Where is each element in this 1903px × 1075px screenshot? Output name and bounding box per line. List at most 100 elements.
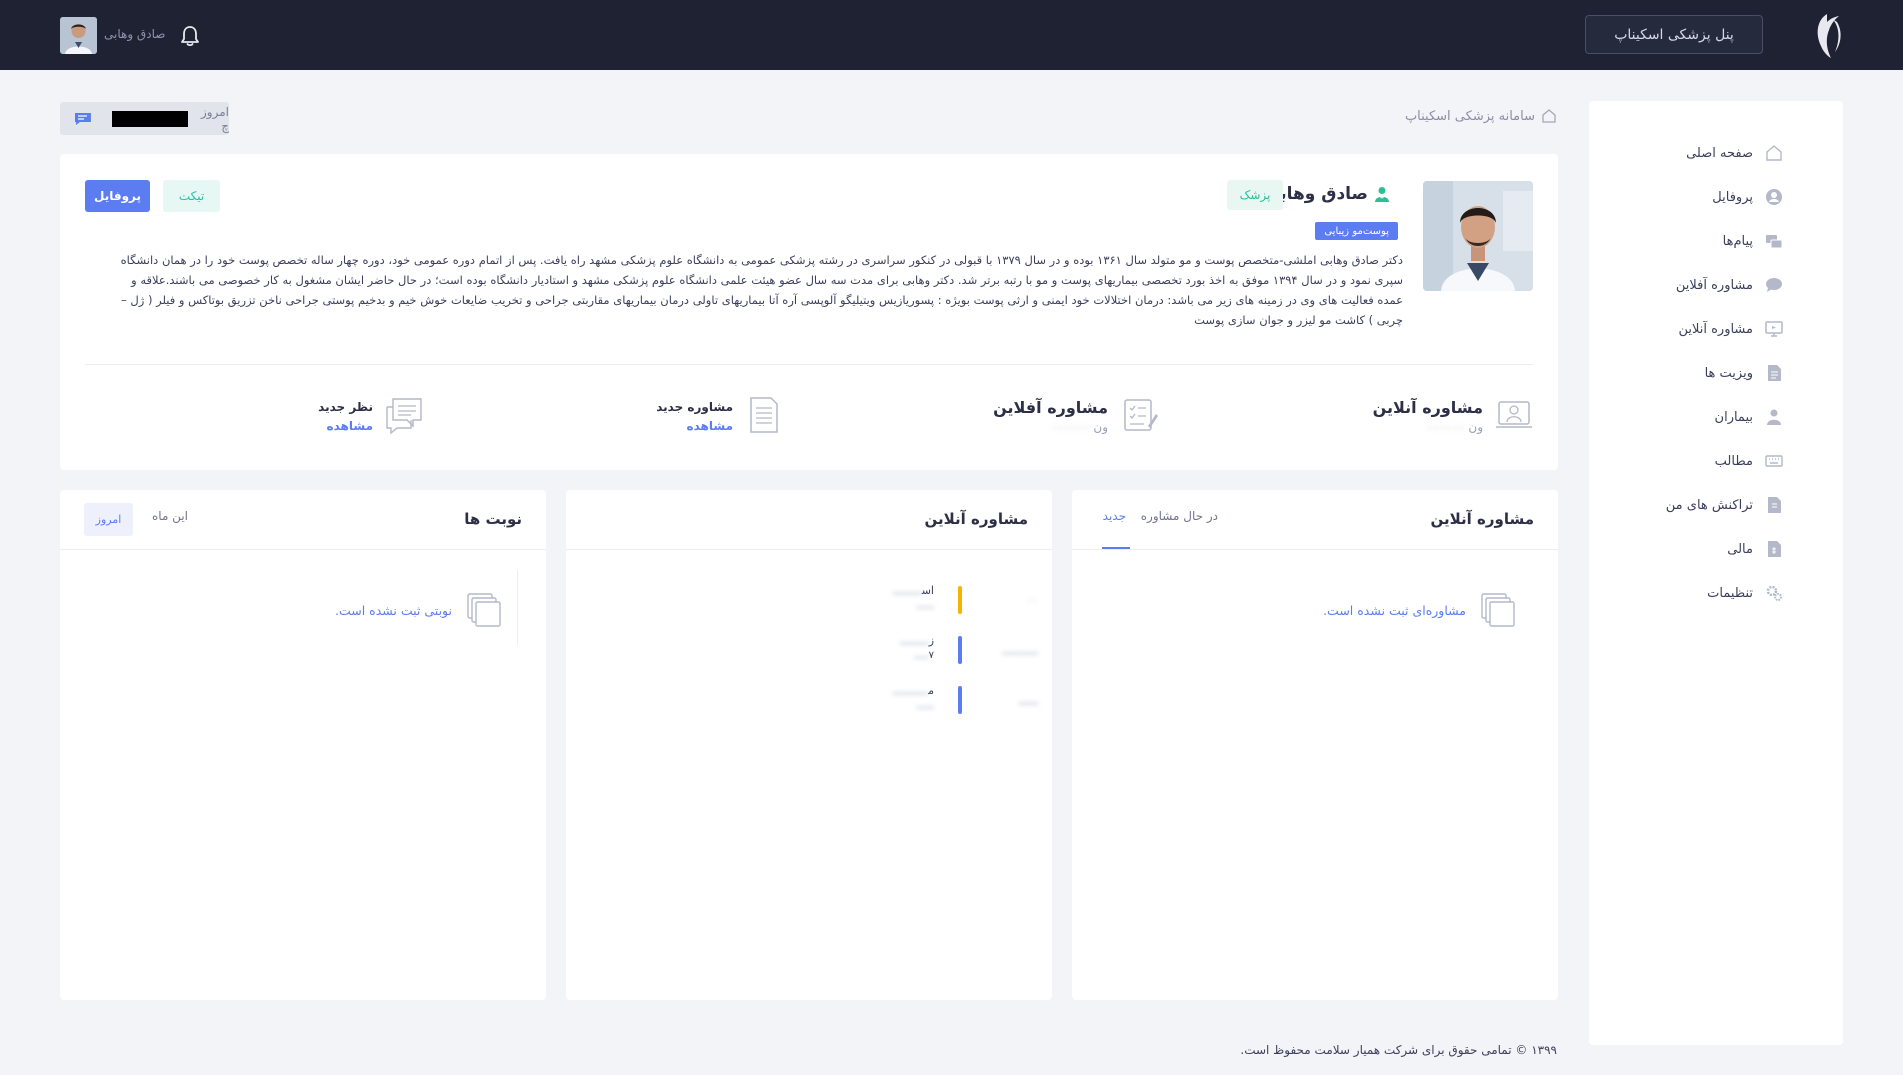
breadcrumb[interactable]: سامانه پزشکی اسکیناپ bbox=[1405, 108, 1557, 124]
sidebar-item-label: پروفایل bbox=[1712, 189, 1753, 205]
list-item[interactable]: ــــــ مـــــــــــ ــــــ bbox=[652, 680, 1052, 720]
stat-online-consult[interactable]: مشاوره آنلاین ون ۰۰۰۰۰۰ bbox=[1273, 394, 1533, 442]
notification-bell-icon[interactable] bbox=[180, 25, 200, 47]
blurred-count: ۰۰۰۰۰۰ bbox=[1425, 420, 1465, 434]
blurred-time: ۰۰ bbox=[1026, 594, 1038, 607]
stat-online-sub: ون ۰۰۰۰۰۰ bbox=[1426, 420, 1483, 434]
list-item-name-text: ز bbox=[928, 634, 934, 647]
redacted-block bbox=[111, 110, 188, 127]
empty-state: مشاوره‌ای ثبت نشده است. bbox=[1323, 592, 1516, 628]
medical-panel-button[interactable]: پنل پزشکی اسکیناپ bbox=[1585, 15, 1763, 54]
sidebar-item-home[interactable]: صفحه اصلی bbox=[1583, 141, 1783, 165]
list-item-name: مـــــــــــ bbox=[893, 684, 934, 697]
tab-new[interactable]: جدید bbox=[1103, 509, 1126, 523]
panel-offline-consult: مشاوره آنلاین جدید در حال مشاوره مشاوره‌… bbox=[1072, 490, 1558, 1000]
empty-text: مشاوره‌ای ثبت نشده است. bbox=[1323, 602, 1466, 618]
profile-button[interactable]: پروفایل bbox=[85, 180, 150, 212]
sidebar-item-label: مطالب bbox=[1714, 453, 1753, 469]
today-chip[interactable]: امروز چ bbox=[60, 102, 229, 135]
comment-icon bbox=[386, 398, 422, 434]
list-item-name: زـــــــــ bbox=[900, 634, 934, 647]
ticket-button[interactable]: تیکت bbox=[163, 180, 220, 212]
sidebar-item-visits[interactable]: ویزیت ها bbox=[1583, 361, 1783, 385]
online-consult-icon bbox=[1496, 401, 1532, 428]
list-item[interactable]: ـــــــــــ زـــــــــ ۷ـــــ bbox=[652, 630, 1052, 670]
panel-title: مشاوره آنلاین bbox=[924, 510, 1028, 528]
sidebar-item-settings[interactable]: تنظیمات bbox=[1583, 581, 1783, 605]
tab-underline bbox=[1102, 547, 1130, 549]
panel-appointments: نوبت ها امروز این ماه نوبتی ثبت نشده است… bbox=[60, 490, 546, 1000]
list-item-name-text: اس bbox=[921, 584, 934, 597]
list-item-sub: ۷ـــــ bbox=[914, 650, 934, 661]
stat-new-comment-title: نظر جدید bbox=[318, 400, 373, 414]
sidebar-item-label: تنظیمات bbox=[1707, 585, 1753, 601]
offline-consult-icon bbox=[1124, 399, 1158, 431]
blurred-time: ـــــــــــ bbox=[1002, 644, 1038, 657]
sidebar-item-label: ویزیت ها bbox=[1704, 365, 1753, 381]
panel-title: مشاوره آنلاین bbox=[1430, 510, 1534, 528]
finance-icon bbox=[1768, 541, 1781, 557]
blurred-time: ــــــ bbox=[1018, 694, 1038, 707]
list-item[interactable]: ۰۰ اســـــــــ ــــــ bbox=[652, 580, 1052, 620]
stat-new-comment-link[interactable]: مشاهده bbox=[327, 419, 373, 433]
footer-copyright: ۱۳۹۹ © تمامی حقوق برای شرکت همیار سلامت … bbox=[1240, 1043, 1557, 1057]
blurred-text: ــــــ bbox=[916, 600, 934, 611]
panel-header: مشاوره آنلاین جدید در حال مشاوره bbox=[1072, 490, 1558, 550]
sidebar-item-online-consult[interactable]: مشاوره آنلاین bbox=[1583, 317, 1783, 341]
sidebar-item-label: مالی bbox=[1727, 541, 1753, 557]
sidebar-item-label: تراکنش های من bbox=[1665, 497, 1753, 513]
chat-bubbles-icon bbox=[1766, 235, 1783, 249]
header-user-name[interactable]: صادق وهابی bbox=[104, 27, 165, 41]
stack-icon bbox=[467, 593, 501, 627]
sidebar-item-label: صفحه اصلی bbox=[1686, 145, 1753, 161]
tab-today[interactable]: امروز bbox=[84, 503, 133, 536]
stat-new-consult-link[interactable]: مشاهده bbox=[687, 419, 733, 433]
receipt-icon bbox=[1768, 497, 1781, 513]
sidebar-item-articles[interactable]: مطالب bbox=[1583, 449, 1783, 473]
new-consult-icon bbox=[750, 397, 778, 433]
empty-text: نوبتی ثبت نشده است. bbox=[335, 602, 452, 618]
sidebar-item-offline-consult[interactable]: مشاوره آفلاین bbox=[1583, 273, 1783, 297]
sidebar: صفحه اصلی پروفایل پیام‌ها مشاوره آفلاین … bbox=[1589, 101, 1843, 1045]
profile-card: صادق وهابی پزشک پوست‌مو زیبایی دکتر صادق… bbox=[60, 154, 1558, 470]
blurred-text: ــــــ bbox=[916, 700, 934, 711]
blurred-text: ـــــــــــ bbox=[892, 684, 929, 697]
header-avatar[interactable] bbox=[60, 17, 97, 54]
specialty-badge: پوست‌مو زیبایی bbox=[1315, 222, 1398, 240]
blurred-text: ـــــــــ bbox=[899, 634, 929, 647]
patient-icon bbox=[1767, 409, 1781, 425]
sidebar-item-patients[interactable]: بیماران bbox=[1583, 405, 1783, 429]
list-item-name: اســـــــــ bbox=[893, 584, 934, 597]
stat-new-comment[interactable]: نظر جدید مشاهده bbox=[243, 394, 423, 442]
user-circle-icon bbox=[1766, 189, 1782, 205]
sidebar-item-messages[interactable]: پیام‌ها bbox=[1583, 229, 1783, 253]
sidebar-item-label: مشاوره آنلاین bbox=[1678, 321, 1753, 337]
divider bbox=[517, 570, 518, 645]
panel-online-consult: مشاوره آنلاین ۰۰ اســـــــــ ــــــ ــــ… bbox=[566, 490, 1052, 1000]
sidebar-item-transactions[interactable]: تراکنش های من bbox=[1583, 493, 1783, 517]
stack-icon bbox=[1481, 593, 1515, 627]
blurred-text: ـــــــــ bbox=[892, 584, 922, 597]
message-icon bbox=[1766, 278, 1782, 292]
doctor-icon bbox=[1375, 187, 1389, 202]
stat-offline-consult[interactable]: مشاوره آفلاین ون ۰۰۰۰۰۰ bbox=[898, 394, 1158, 442]
sidebar-item-label: پیام‌ها bbox=[1722, 233, 1753, 249]
home-icon bbox=[1766, 145, 1782, 161]
today-chip-label: امروز چ bbox=[201, 104, 229, 133]
stat-offline-sub: ون ۰۰۰۰۰۰ bbox=[1051, 420, 1108, 434]
sidebar-item-finance[interactable]: مالی bbox=[1583, 537, 1783, 561]
list-item-name-text: م bbox=[928, 684, 934, 697]
document-icon bbox=[1768, 365, 1781, 381]
tab-in-consultation[interactable]: در حال مشاوره bbox=[1141, 509, 1218, 523]
stat-new-consult[interactable]: مشاوره جدید مشاهده bbox=[603, 394, 783, 442]
tab-this-month[interactable]: این ماه bbox=[152, 509, 188, 523]
doctor-bio: دکتر صادق وهابی املشی-متخصص پوست و مو مت… bbox=[120, 253, 1403, 327]
stat-offline-sub-text: ون bbox=[1093, 420, 1108, 434]
breadcrumb-label: سامانه پزشکی اسکیناپ bbox=[1404, 108, 1535, 124]
status-bar bbox=[958, 686, 962, 714]
panel-header: نوبت ها امروز این ماه bbox=[60, 490, 546, 550]
blurred-count: ۰۰۰۰۰۰ bbox=[1050, 420, 1090, 434]
sidebar-item-profile[interactable]: پروفایل bbox=[1583, 185, 1783, 209]
skinap-logo-icon[interactable] bbox=[1809, 10, 1845, 60]
divider bbox=[85, 364, 1533, 365]
